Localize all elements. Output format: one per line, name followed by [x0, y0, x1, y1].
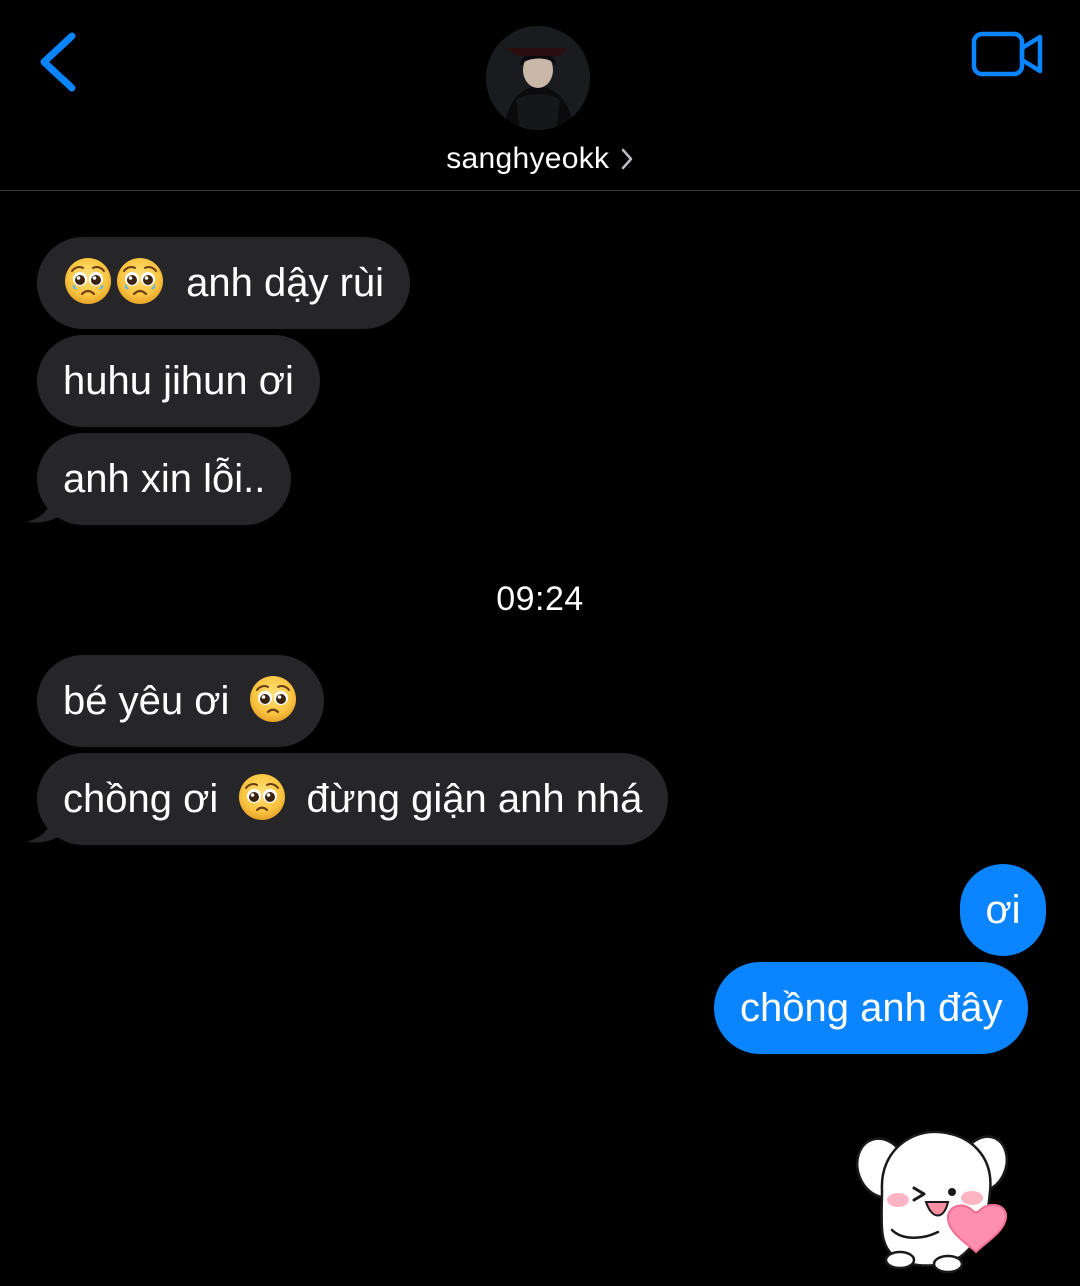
message-bubble-outgoing[interactable]: chồng anh đây [714, 962, 1029, 1054]
pleading-face-emoji [248, 674, 298, 724]
message-bubble-incoming[interactable]: anh xin lỗi.. [37, 433, 292, 525]
message-bubble-outgoing[interactable]: ơi [960, 864, 1046, 956]
message-text: ơi [985, 888, 1021, 932]
message-text: huhu jihun ơi [63, 359, 294, 403]
message-text: chồng anh đây [740, 986, 1003, 1030]
message-text: bé yêu ơi [63, 679, 230, 723]
chevron-right-icon [621, 148, 633, 170]
message-timestamp: 09:24 [496, 580, 584, 618]
pleading-tears-emoji [63, 256, 113, 306]
chat-header: sanghyeokk [0, 0, 1080, 191]
puppy-heart-icon [855, 1130, 1009, 1274]
message-text: anh dậy rùi [186, 261, 385, 305]
contact-name: sanghyeokk [446, 142, 610, 175]
back-button[interactable] [30, 28, 90, 98]
message-bubble-incoming[interactable]: bé yêu ơi [37, 655, 325, 747]
message-bubble-incoming[interactable]: huhu jihun ơi [37, 335, 320, 427]
contact-name-link[interactable]: sanghyeokk [0, 142, 1080, 176]
pleading-face-emoji [237, 772, 287, 822]
video-camera-icon [971, 31, 1043, 77]
chevron-left-icon [40, 32, 76, 92]
pleading-tears-emoji [115, 256, 165, 306]
message-text: đừng giận anh nhá [306, 777, 643, 821]
avatar[interactable] [486, 26, 590, 130]
message-text: anh xin lỗi.. [63, 457, 266, 501]
profile-photo [486, 26, 590, 130]
puppy-heart-sticker[interactable] [852, 1120, 1017, 1275]
video-call-button[interactable] [970, 28, 1046, 80]
message-bubble-incoming[interactable]: anh dậy rùi [37, 237, 411, 329]
message-bubble-incoming[interactable]: chồng ơi đừng giận anh nhá [37, 753, 669, 845]
message-text: chồng ơi [63, 777, 219, 821]
